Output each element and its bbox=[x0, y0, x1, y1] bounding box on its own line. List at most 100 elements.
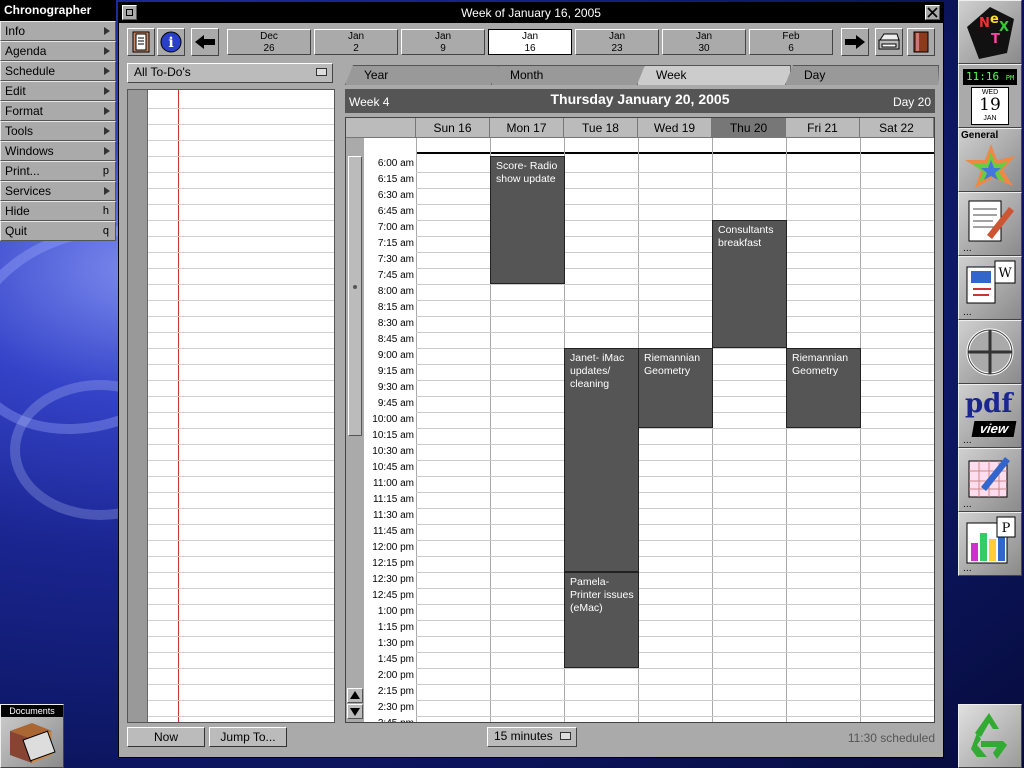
menu-item-quit[interactable]: Quit q bbox=[0, 221, 116, 241]
dock-recycler[interactable] bbox=[958, 704, 1022, 768]
time-slot-line bbox=[416, 508, 934, 509]
calendar-event[interactable]: Score- Radio show update bbox=[490, 156, 565, 284]
book-button[interactable] bbox=[907, 28, 935, 56]
week-button[interactable]: Feb 6 bbox=[749, 29, 833, 55]
day-header[interactable]: Wed 19 bbox=[638, 118, 712, 138]
day-header[interactable]: Thu 20 bbox=[712, 118, 786, 138]
menu-item-label: Agenda bbox=[5, 44, 47, 58]
arrow-down-icon bbox=[350, 708, 360, 716]
day-header[interactable]: Sat 22 bbox=[860, 118, 934, 138]
menu-item-info[interactable]: Info bbox=[0, 21, 116, 41]
menu-item-print[interactable]: Print... p bbox=[0, 161, 116, 181]
close-button[interactable] bbox=[925, 5, 940, 20]
dock-general[interactable]: General bbox=[958, 128, 1022, 192]
time-slot-line bbox=[416, 620, 934, 621]
week-button[interactable]: Jan 16 bbox=[488, 29, 572, 55]
day-header[interactable]: Fri 21 bbox=[786, 118, 860, 138]
time-label: 11:30 am bbox=[373, 510, 414, 521]
cal-month: JAN bbox=[983, 115, 997, 122]
dock-schedule[interactable]: ... bbox=[958, 448, 1022, 512]
todo-rule bbox=[148, 444, 334, 445]
tab-year[interactable]: Year bbox=[345, 65, 499, 85]
menu-item-label: Windows bbox=[5, 144, 54, 158]
agenda-button[interactable] bbox=[127, 28, 155, 56]
dock-charts[interactable]: P ... bbox=[958, 512, 1022, 576]
calendar-event[interactable]: Consultants breakfast bbox=[712, 220, 787, 348]
menu-item-services[interactable]: Services bbox=[0, 181, 116, 201]
dock-wordprocessor[interactable]: W ... bbox=[958, 256, 1022, 320]
next-week-button[interactable] bbox=[841, 28, 869, 56]
todo-margin-line bbox=[178, 90, 179, 722]
todo-rule bbox=[148, 716, 334, 717]
menu-key-equivalent: h bbox=[102, 205, 109, 217]
app-menu: Chronographer Info Agenda Schedule Edit Form… bbox=[0, 0, 116, 241]
tab-week[interactable]: Week bbox=[637, 65, 791, 85]
week-button[interactable]: Dec 26 bbox=[227, 29, 311, 55]
miniaturize-button[interactable] bbox=[122, 5, 137, 20]
star-icon bbox=[965, 144, 1015, 188]
todo-gutter bbox=[128, 90, 148, 722]
week-button[interactable]: Jan 2 bbox=[314, 29, 398, 55]
time-slot-line bbox=[416, 684, 934, 685]
scroll-down-button[interactable] bbox=[347, 704, 363, 719]
dock-next-logo[interactable]: N e X T bbox=[958, 0, 1022, 64]
todo-rule bbox=[148, 300, 334, 301]
arrow-up-icon bbox=[350, 691, 360, 699]
calendar-event[interactable]: Riemannian Geometry bbox=[786, 348, 861, 428]
todo-filter-popup[interactable]: All To-Do's bbox=[127, 63, 333, 83]
day-header[interactable]: Tue 18 bbox=[564, 118, 638, 138]
day-header[interactable]: Mon 17 bbox=[490, 118, 564, 138]
time-label: 1:15 pm bbox=[377, 622, 414, 633]
jump-to-button[interactable]: Jump To... bbox=[209, 727, 287, 747]
todo-rule bbox=[148, 572, 334, 573]
agenda-icon bbox=[132, 31, 150, 53]
all-day-row[interactable] bbox=[416, 138, 934, 154]
submenu-arrow-icon bbox=[104, 107, 110, 115]
scroll-knob[interactable] bbox=[348, 156, 362, 436]
info-button[interactable]: i bbox=[157, 28, 185, 56]
menu-item-tools[interactable]: Tools bbox=[0, 121, 116, 141]
now-button[interactable]: Now bbox=[127, 727, 205, 747]
tab-month[interactable]: Month bbox=[491, 65, 645, 85]
todo-rule bbox=[148, 700, 334, 701]
dock-preferences[interactable] bbox=[958, 320, 1022, 384]
time-label: 6:45 am bbox=[377, 206, 414, 217]
menu-item-hide[interactable]: Hide h bbox=[0, 201, 116, 221]
dock-pdfview[interactable]: pdf view ... bbox=[958, 384, 1022, 448]
tab-day[interactable]: Day bbox=[785, 65, 939, 85]
svg-text:X: X bbox=[999, 20, 1009, 35]
print-button[interactable] bbox=[875, 28, 903, 56]
dock-edit[interactable]: ... bbox=[958, 192, 1022, 256]
window-titlebar[interactable]: Week of January 16, 2005 bbox=[119, 3, 943, 23]
week-button[interactable]: Jan 9 bbox=[401, 29, 485, 55]
info-icon: i bbox=[160, 31, 182, 53]
todo-list[interactable] bbox=[127, 89, 335, 723]
week-button[interactable]: Jan 23 bbox=[575, 29, 659, 55]
day-header[interactable]: Sun 16 bbox=[416, 118, 490, 138]
menu-key-equivalent: p bbox=[102, 165, 109, 177]
documents-tile[interactable]: Documents bbox=[0, 704, 64, 768]
todo-rule bbox=[148, 252, 334, 253]
interval-popup[interactable]: 15 minutes bbox=[487, 727, 577, 747]
calendar-event[interactable]: Pamela- Printer issues (eMac) bbox=[564, 572, 639, 668]
time-label: 7:00 am bbox=[377, 222, 414, 233]
previous-week-button[interactable] bbox=[191, 28, 219, 56]
calendar-event[interactable]: Riemannian Geometry bbox=[638, 348, 713, 428]
todo-rule bbox=[148, 412, 334, 413]
todo-rule bbox=[148, 108, 334, 109]
menu-item-format[interactable]: Format bbox=[0, 101, 116, 121]
week-day: 23 bbox=[611, 43, 623, 54]
dock-clock[interactable]: 11:16 PM WED 19 JAN bbox=[958, 64, 1022, 128]
menu-item-windows[interactable]: Windows bbox=[0, 141, 116, 161]
clock-ampm: PM bbox=[1005, 74, 1015, 82]
vertical-scrollbar[interactable] bbox=[346, 138, 364, 722]
scroll-up-button[interactable] bbox=[347, 688, 363, 703]
week-button[interactable]: Jan 30 bbox=[662, 29, 746, 55]
calendar-event[interactable]: Janet- iMac updates/ cleaning bbox=[564, 348, 639, 572]
time-slot-line bbox=[416, 636, 934, 637]
todo-rule bbox=[148, 540, 334, 541]
menu-item-schedule[interactable]: Schedule bbox=[0, 61, 116, 81]
documents-label: Documents bbox=[1, 705, 63, 717]
menu-item-agenda[interactable]: Agenda bbox=[0, 41, 116, 61]
menu-item-edit[interactable]: Edit bbox=[0, 81, 116, 101]
